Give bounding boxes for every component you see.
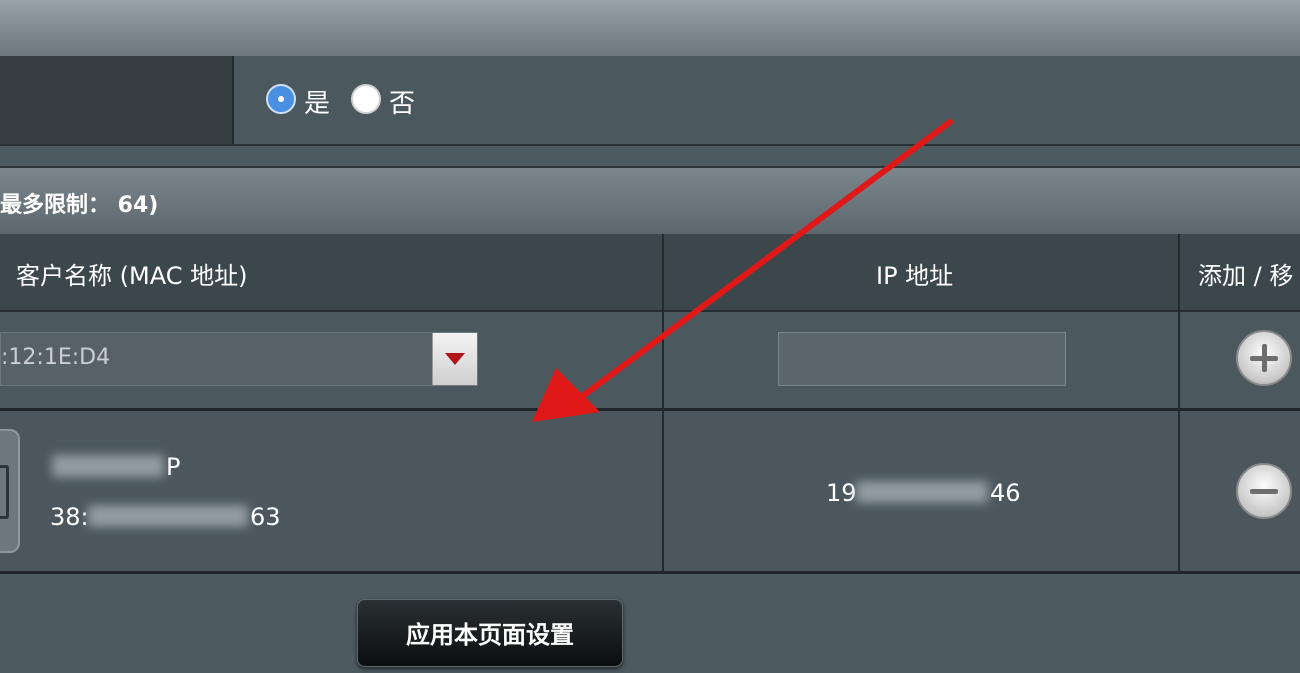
radio-yes-label: 是 — [304, 89, 331, 119]
mac-select-value: :12:1E:D4 — [1, 345, 111, 370]
column-header-action: 添加 / 移 — [1198, 262, 1294, 290]
mac-address-select[interactable]: :12:1E:D4 — [0, 332, 478, 386]
client-mac-prefix: 38: — [50, 503, 89, 531]
client-name: P — [166, 453, 181, 481]
section-title: 最多限制： 64) — [0, 193, 159, 218]
apply-settings-button[interactable]: 应用本页面设置 — [357, 599, 623, 667]
client-ip-prefix: 19 — [826, 479, 857, 507]
top-bar — [0, 0, 1300, 58]
add-client-row: :12:1E:D4 — [0, 312, 1300, 411]
table-row: P 38: 63 19 46 — [0, 411, 1300, 574]
client-mac-suffix: 63 — [250, 503, 281, 531]
redacted-mac — [88, 505, 248, 527]
enable-option-row: 是 否 — [0, 56, 1300, 146]
dropdown-button[interactable] — [432, 333, 477, 385]
chevron-down-icon — [445, 353, 465, 365]
redacted-ip — [856, 481, 988, 503]
device-icon — [0, 429, 20, 553]
radio-no[interactable] — [351, 84, 381, 114]
option-label-cell — [0, 56, 234, 146]
add-button[interactable] — [1236, 330, 1292, 386]
ip-address-input[interactable] — [778, 332, 1066, 386]
radio-yes[interactable] — [266, 84, 296, 114]
radio-no-label: 否 — [389, 89, 416, 119]
redacted-client-name — [52, 455, 164, 477]
client-ip-suffix: 46 — [990, 479, 1021, 507]
remove-button[interactable] — [1236, 463, 1292, 519]
section-header: 最多限制： 64) — [0, 166, 1300, 236]
divider — [232, 56, 234, 144]
column-divider — [1178, 234, 1180, 571]
table-header-row: 客户名称 (MAC 地址) IP 地址 添加 / 移 — [0, 234, 1300, 312]
column-header-client: 客户名称 (MAC 地址) — [16, 262, 248, 290]
column-divider — [662, 234, 664, 571]
column-header-ip: IP 地址 — [876, 262, 954, 290]
option-value-cell: 是 否 — [234, 56, 1300, 146]
